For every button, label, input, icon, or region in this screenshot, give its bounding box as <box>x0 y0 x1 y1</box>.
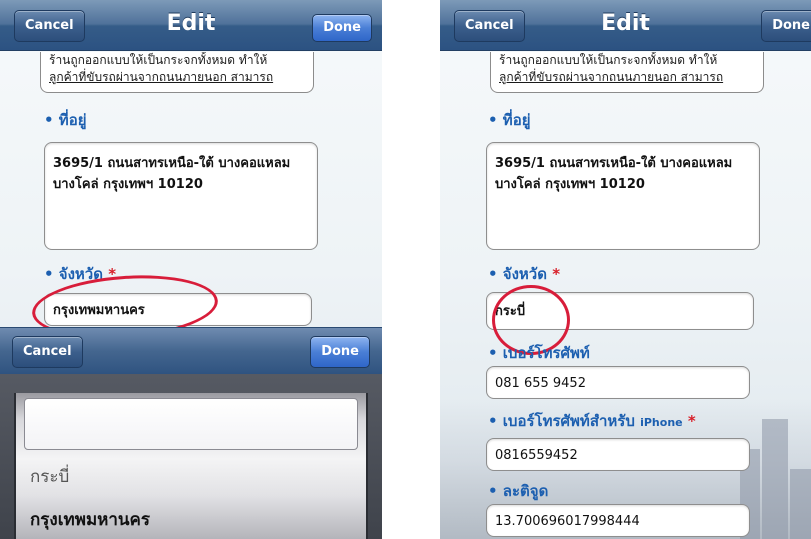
required-mark: * <box>687 412 696 430</box>
address-field[interactable]: 3695/1 ถนนสาทรเหนือ-ใต้ บางคอแหลม บางโคล… <box>486 142 760 250</box>
address-label: • ที่อยู่ <box>488 111 531 129</box>
address-line: บางโคล่ กรุงเทพฯ 10120 <box>53 177 203 192</box>
description-line: ร้านถูกออกแบบให้เป็นกระจกทั้งหมด ทำให้ <box>49 53 268 67</box>
nav-bar: Edit Cancel Done <box>440 0 811 51</box>
latitude-label: • ละติจูด <box>488 482 549 500</box>
phone-label: • เบอร์โทรศัพท์ <box>488 344 590 362</box>
iphone-label: • เบอร์โทรศัพท์สำหรับ iPhone * <box>488 409 696 433</box>
picker-cancel-button[interactable]: Cancel <box>12 336 83 368</box>
left-screen: Edit Cancel Done ร้านถูกออกแบบให้เป็นกระ… <box>0 0 382 539</box>
cancel-button[interactable]: Cancel <box>14 10 85 42</box>
cancel-button[interactable]: Cancel <box>454 10 525 42</box>
description-line: ลูกค้าที่ขับรถผ่านจากถนนภายนอก สามารถ <box>499 70 724 84</box>
picker-toolbar: Cancel Done <box>0 327 382 374</box>
description-line: ร้านถูกออกแบบให้เป็นกระจกทั้งหมด ทำให้ <box>499 53 718 67</box>
building-shape <box>762 419 788 539</box>
iphone-label-suffix: iPhone <box>640 416 683 429</box>
done-button[interactable]: Done <box>312 14 372 42</box>
address-field[interactable]: 3695/1 ถนนสาทรเหนือ-ใต้ บางคอแหลม บางโคล… <box>44 142 318 250</box>
description-line: ลูกค้าที่ขับรถผ่านจากถนนภายนอก สามารถ <box>49 70 274 84</box>
province-label-text: • จังหวัด <box>488 265 553 283</box>
description-field[interactable]: ร้านถูกออกแบบให้เป็นกระจกทั้งหมด ทำให้ ล… <box>40 52 314 93</box>
latitude-field[interactable]: 13.700696017998444 <box>486 504 750 537</box>
address-line: 3695/1 ถนนสาทรเหนือ-ใต้ บางคอแหลม <box>495 156 733 171</box>
phone-field[interactable]: 081 655 9452 <box>486 366 750 399</box>
done-button[interactable]: Done <box>761 10 811 42</box>
province-label: • จังหวัด * <box>488 262 560 286</box>
address-line: บางโคล่ กรุงเทพฯ 10120 <box>495 177 645 192</box>
required-mark: * <box>552 265 561 283</box>
picker-option[interactable]: กรุงเทพมหานคร <box>30 506 150 533</box>
address-line: 3695/1 ถนนสาทรเหนือ-ใต้ บางคอแหลม <box>53 156 291 171</box>
picker-done-button[interactable]: Done <box>310 336 370 368</box>
description-field[interactable]: ร้านถูกออกแบบให้เป็นกระจกทั้งหมด ทำให้ ล… <box>490 52 764 93</box>
address-label: • ที่อยู่ <box>44 111 87 129</box>
building-shape <box>790 469 811 539</box>
right-screen: Edit Cancel Done ร้านถูกออกแบบให้เป็นกระ… <box>440 0 811 539</box>
picker-selection-bar <box>24 398 358 450</box>
nav-bar: Edit Cancel Done <box>0 0 382 51</box>
iphone-label-text: • เบอร์โทรศัพท์สำหรับ <box>488 412 641 430</box>
iphone-phone-field[interactable]: 0816559452 <box>486 438 750 471</box>
picker-option[interactable]: กระบี่ <box>30 463 69 490</box>
